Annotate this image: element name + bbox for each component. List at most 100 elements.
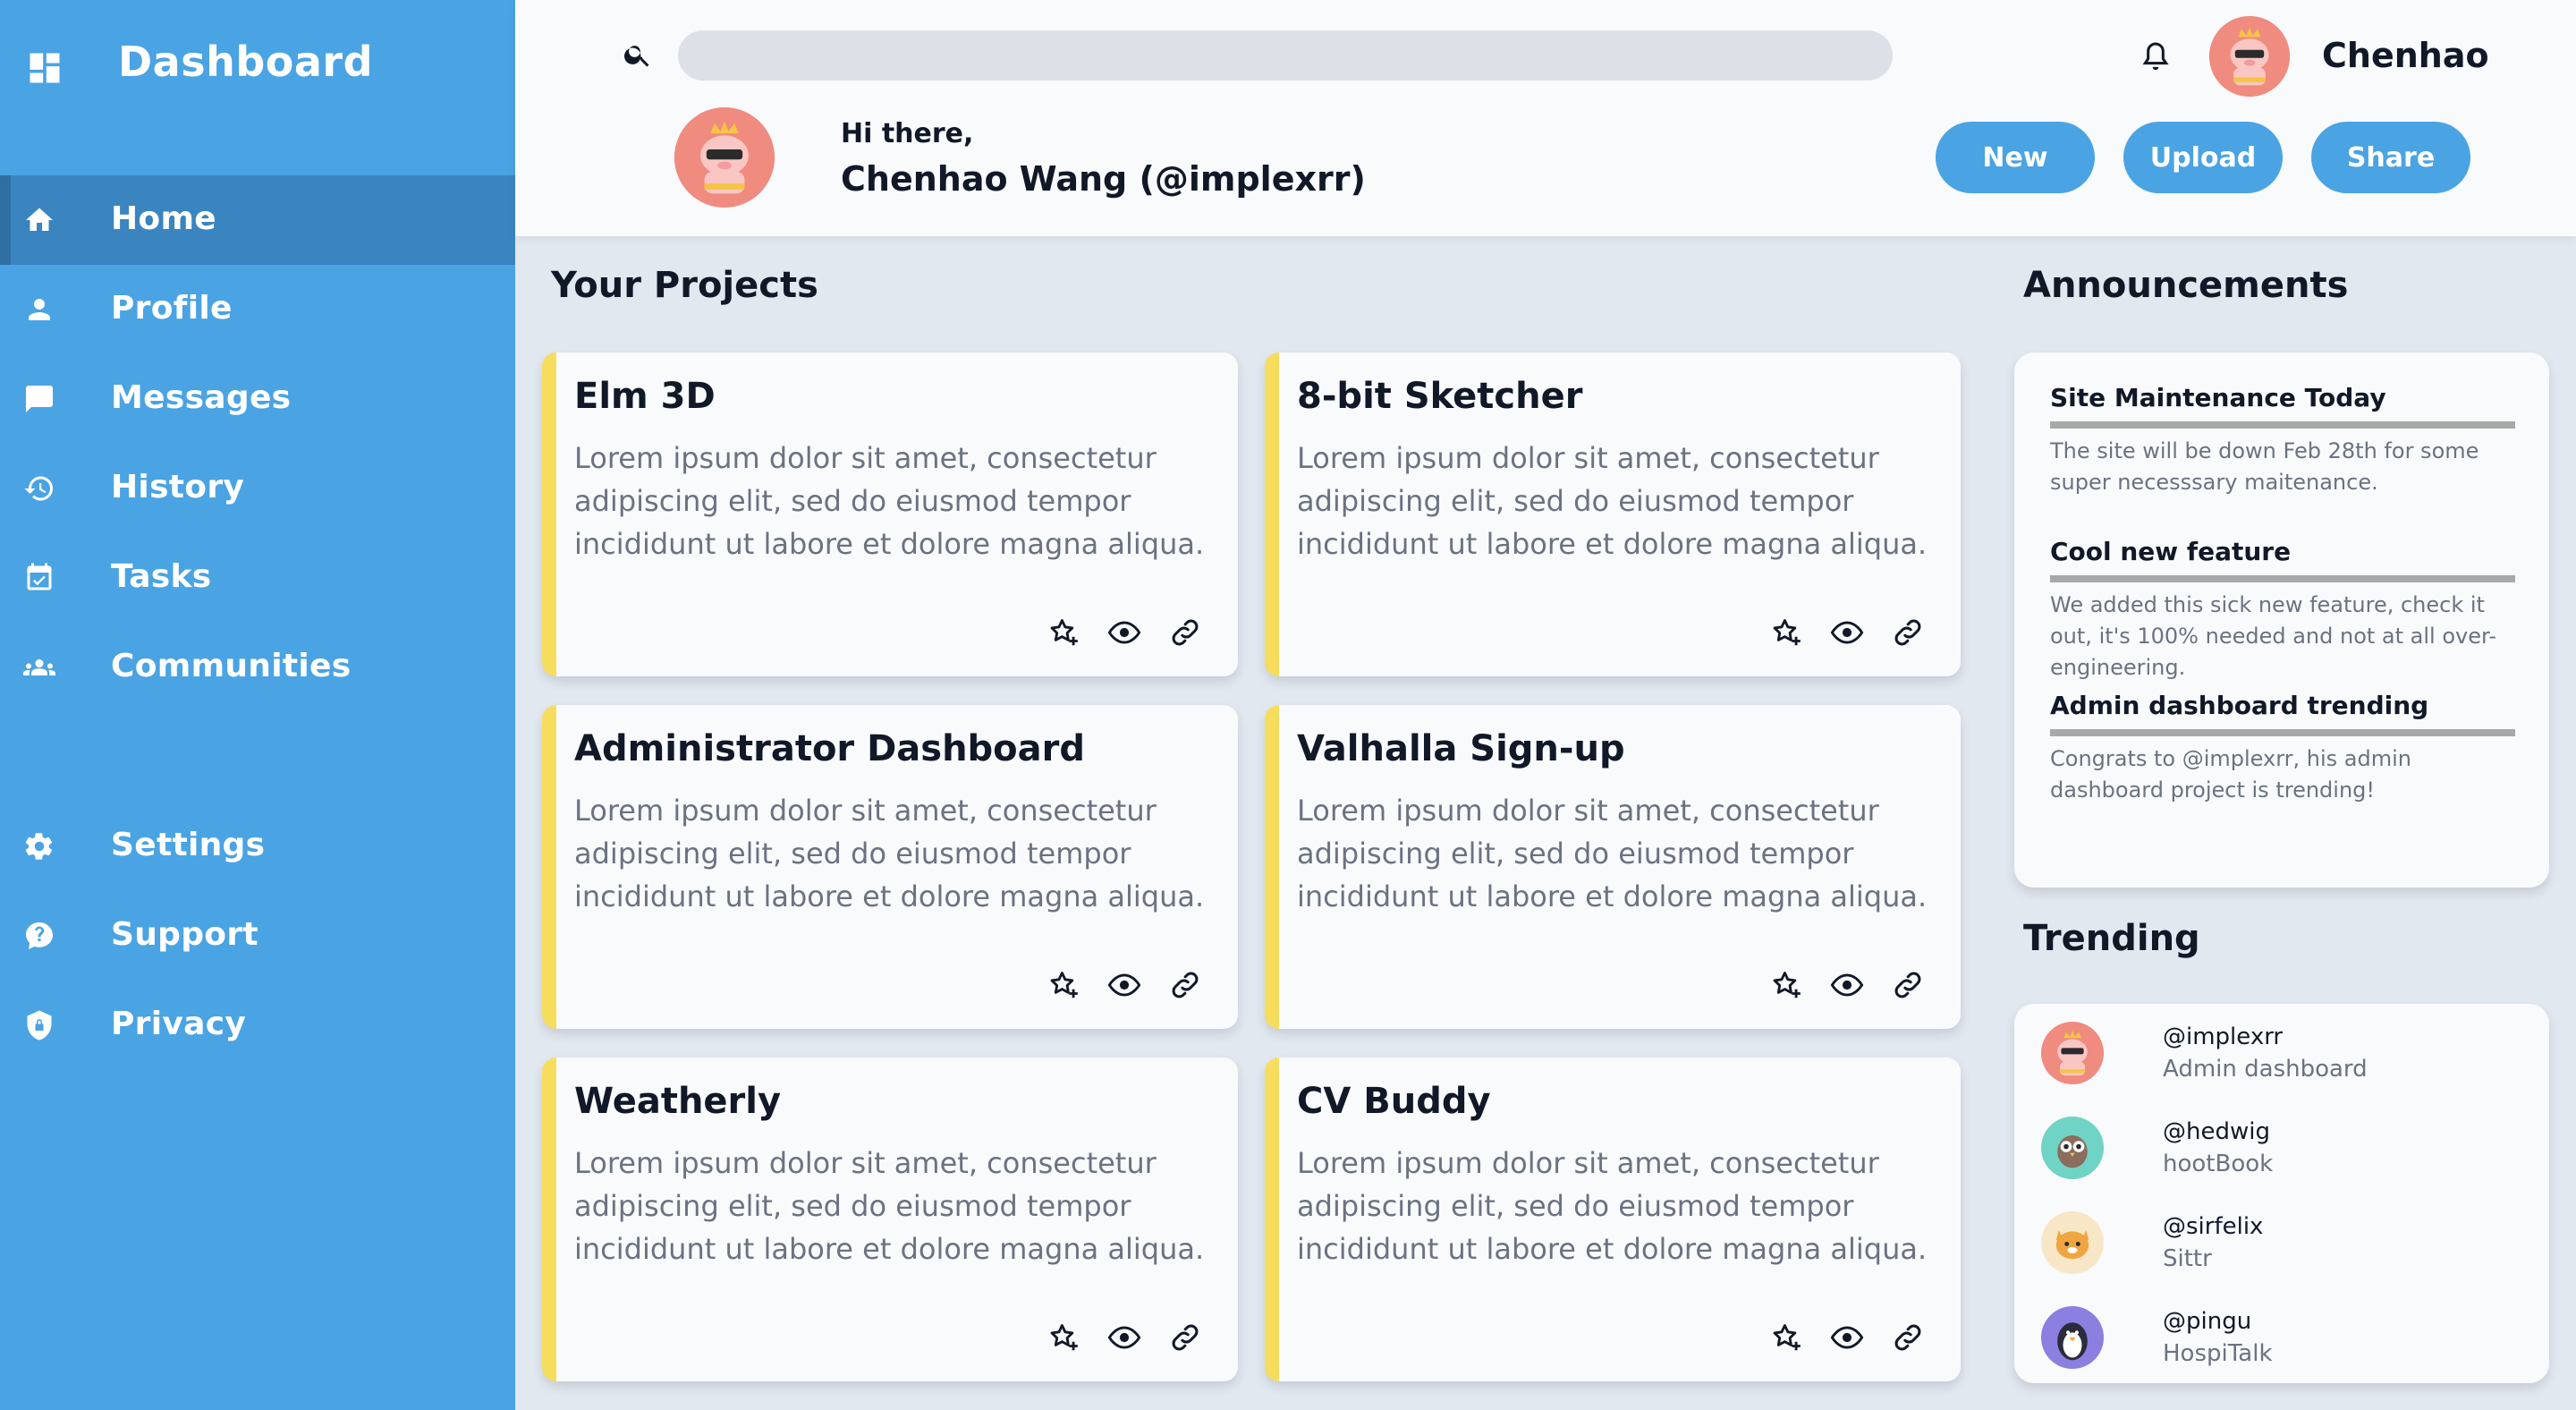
trending-project: Sittr <box>2163 1245 2212 1272</box>
eye-icon[interactable] <box>1107 616 1141 650</box>
star-add-icon[interactable] <box>1046 616 1080 650</box>
sidebar-item-communities[interactable]: Communities <box>0 623 515 712</box>
trending-project: HospiTalk <box>2163 1340 2273 1367</box>
sidebar-item-profile[interactable]: Profile <box>0 265 515 354</box>
trending-item[interactable]: @implexrr Admin dashboard <box>2041 1016 2524 1088</box>
project-title: 8-bit Sketcher <box>1297 376 1583 417</box>
username[interactable]: Chenhao <box>2322 36 2489 75</box>
sidebar-item-privacy[interactable]: Privacy <box>0 981 515 1070</box>
announcements-card: Site Maintenance Today The site will be … <box>2014 352 2549 888</box>
announcement-body: Congrats to @implexrr, his admin dashboa… <box>2050 746 2412 803</box>
announcement-title: Cool new feature <box>2050 537 2515 582</box>
project-card[interactable]: CV Buddy Lorem ipsum dolor sit amet, con… <box>1265 1058 1961 1381</box>
sidebar-item-label: History <box>111 469 245 505</box>
project-card[interactable]: Administrator Dashboard Lorem ipsum dolo… <box>542 705 1238 1029</box>
announcement-item[interactable]: Admin dashboard trending Congrats to @im… <box>2050 691 2515 806</box>
eye-icon[interactable] <box>1830 968 1864 1002</box>
history-icon <box>23 472 55 505</box>
dashboard-grid-icon <box>25 48 64 88</box>
link-icon[interactable] <box>1891 1321 1925 1355</box>
project-card[interactable]: Valhalla Sign-up Lorem ipsum dolor sit a… <box>1265 705 1961 1029</box>
trending-heading: Trending <box>2023 918 2200 959</box>
project-actions <box>1769 616 1925 650</box>
eye-icon[interactable] <box>1107 1321 1141 1355</box>
search-input[interactable] <box>678 30 1893 81</box>
trending-item[interactable]: @sirfelix Sittr <box>2041 1206 2524 1278</box>
announcement-body: The site will be down Feb 28th for some … <box>2050 438 2479 495</box>
eye-icon[interactable] <box>1830 1321 1864 1355</box>
link-icon[interactable] <box>1891 968 1925 1002</box>
announcement-item[interactable]: Site Maintenance Today The site will be … <box>2050 383 2515 498</box>
sidebar-brand: Dashboard <box>0 0 515 131</box>
chat-icon <box>23 383 55 415</box>
trending-project: hootBook <box>2163 1151 2274 1177</box>
share-button[interactable]: Share <box>2311 122 2470 193</box>
sidebar-item-tasks[interactable]: Tasks <box>0 533 515 623</box>
project-card[interactable]: Weatherly Lorem ipsum dolor sit amet, co… <box>542 1058 1238 1381</box>
star-add-icon[interactable] <box>1769 1321 1803 1355</box>
star-add-icon[interactable] <box>1769 616 1803 650</box>
upload-button[interactable]: Upload <box>2123 122 2283 193</box>
sidebar-item-label: Communities <box>111 648 352 684</box>
trending-handle: @sirfelix <box>2163 1213 2264 1240</box>
avatar <box>2041 1211 2104 1274</box>
new-button[interactable]: New <box>1936 122 2095 193</box>
bell-icon[interactable] <box>2138 38 2174 77</box>
star-add-icon[interactable] <box>1046 1321 1080 1355</box>
avatar <box>2041 1117 2104 1179</box>
trending-project: Admin dashboard <box>2163 1056 2368 1083</box>
sidebar-item-support[interactable]: Support <box>0 891 515 981</box>
search-icon[interactable] <box>623 39 653 70</box>
avatar <box>2041 1306 2104 1369</box>
project-card[interactable]: Elm 3D Lorem ipsum dolor sit amet, conse… <box>542 352 1238 676</box>
trending-handle: @pingu <box>2163 1308 2252 1335</box>
announcement-body: We added this sick new feature, check it… <box>2050 592 2496 680</box>
project-card[interactable]: 8-bit Sketcher Lorem ipsum dolor sit ame… <box>1265 352 1961 676</box>
trending-card: @implexrr Admin dashboard @hedwig hootBo… <box>2014 1004 2549 1383</box>
calendar-check-icon <box>23 562 55 594</box>
star-add-icon[interactable] <box>1046 968 1080 1002</box>
avatar <box>2041 1022 2104 1084</box>
project-description: Lorem ipsum dolor sit amet, consectetur … <box>574 441 1205 561</box>
link-icon[interactable] <box>1168 616 1202 650</box>
sidebar-item-home[interactable]: Home <box>0 175 515 265</box>
sidebar-item-label: Tasks <box>111 558 212 595</box>
sidebar-title: Dashboard <box>118 38 374 86</box>
sidebar-item-settings[interactable]: Settings <box>0 802 515 891</box>
avatar <box>674 107 775 208</box>
project-actions <box>1046 968 1202 1002</box>
greeting-text: Hi there, <box>841 118 974 149</box>
projects-heading: Your Projects <box>551 265 818 306</box>
home-icon <box>23 204 55 236</box>
project-description: Lorem ipsum dolor sit amet, consectetur … <box>1297 441 1928 561</box>
project-description: Lorem ipsum dolor sit amet, consectetur … <box>1297 794 1928 913</box>
sidebar-item-messages[interactable]: Messages <box>0 354 515 444</box>
project-description: Lorem ipsum dolor sit amet, consectetur … <box>1297 1146 1928 1266</box>
trending-handle: @hedwig <box>2163 1118 2270 1145</box>
project-actions <box>1769 968 1925 1002</box>
project-actions <box>1046 616 1202 650</box>
link-icon[interactable] <box>1168 968 1202 1002</box>
project-title: CV Buddy <box>1297 1081 1491 1122</box>
star-add-icon[interactable] <box>1769 968 1803 1002</box>
announcements-heading: Announcements <box>2023 265 2349 306</box>
eye-icon[interactable] <box>1830 616 1864 650</box>
dashboard-app: Dashboard Home Profile Messages History … <box>0 0 2576 1410</box>
sidebar-item-label: Privacy <box>111 1006 247 1042</box>
link-icon[interactable] <box>1891 616 1925 650</box>
announcement-title: Site Maintenance Today <box>2050 383 2515 429</box>
trending-item[interactable]: @pingu HospiTalk <box>2041 1301 2524 1372</box>
announcement-item[interactable]: Cool new feature We added this sick new … <box>2050 537 2515 684</box>
link-icon[interactable] <box>1168 1321 1202 1355</box>
project-title: Administrator Dashboard <box>574 728 1086 769</box>
sidebar: Dashboard Home Profile Messages History … <box>0 0 515 1410</box>
group-icon <box>23 651 55 684</box>
avatar[interactable] <box>2209 16 2290 97</box>
eye-icon[interactable] <box>1107 968 1141 1002</box>
sidebar-item-history[interactable]: History <box>0 444 515 533</box>
shield-lock-icon <box>23 1009 55 1041</box>
trending-item[interactable]: @hedwig hootBook <box>2041 1111 2524 1183</box>
announcement-title: Admin dashboard trending <box>2050 691 2515 736</box>
sidebar-nav: Home Profile Messages History Tasks Comm… <box>0 175 515 1070</box>
